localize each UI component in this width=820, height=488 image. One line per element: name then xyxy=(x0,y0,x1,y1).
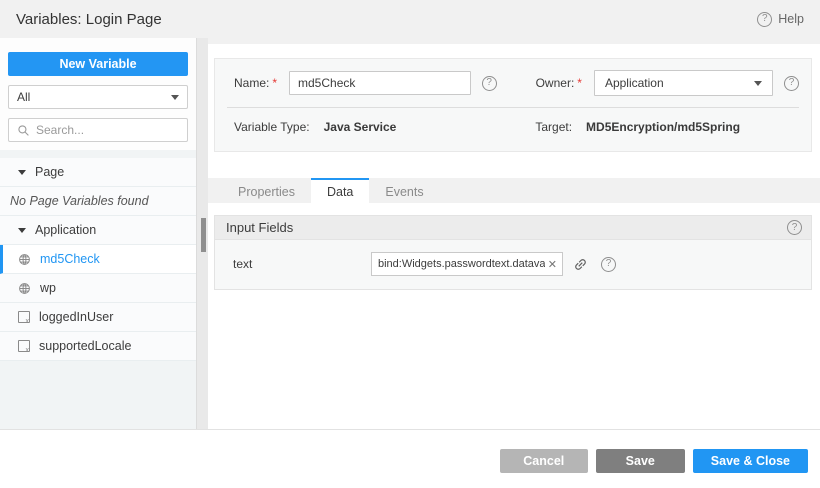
cancel-button[interactable]: Cancel xyxy=(500,449,588,473)
field-row-text: text bind:Widgets.passwordtext.datavalue… xyxy=(215,252,811,276)
required-asterisk: * xyxy=(577,76,582,90)
dialog-header: Variables: Login Page ? Help xyxy=(0,0,820,38)
page-title: Variables: Login Page xyxy=(16,11,162,28)
help-label: Help xyxy=(778,12,804,26)
variables-sidebar: New Variable All Search... Page No Page … xyxy=(0,38,196,430)
bind-link-icon[interactable] xyxy=(570,253,591,274)
new-variable-button[interactable]: New Variable xyxy=(8,52,188,76)
service-variable-icon xyxy=(18,253,31,266)
search-icon xyxy=(17,124,30,137)
static-variable-icon xyxy=(18,340,30,352)
tab-events[interactable]: Events xyxy=(369,178,439,203)
tree-group-application[interactable]: Application xyxy=(0,216,196,245)
input-fields-title: Input Fields xyxy=(226,220,293,235)
owner-label: Owner: xyxy=(536,76,575,90)
field-name: text xyxy=(233,257,371,271)
name-label: Name: xyxy=(234,76,269,90)
tree-item-label: md5Check xyxy=(40,252,100,266)
top-strip xyxy=(208,38,820,44)
tree-group-page-label: Page xyxy=(35,165,64,179)
name-help-icon[interactable]: ? xyxy=(482,76,497,91)
save-and-close-button[interactable]: Save & Close xyxy=(693,449,808,473)
owner-select[interactable]: Application xyxy=(594,70,773,96)
tree-item-wp[interactable]: wp xyxy=(0,274,196,303)
chevron-down-icon xyxy=(754,81,762,86)
input-fields-help-icon[interactable]: ? xyxy=(787,220,802,235)
help-icon: ? xyxy=(757,12,772,27)
variable-name-input[interactable] xyxy=(289,71,471,95)
scrollbar-thumb[interactable] xyxy=(201,218,206,252)
tree-item-label: wp xyxy=(40,281,56,295)
variables-tree: Page No Page Variables found Application… xyxy=(0,158,196,361)
page-empty-message: No Page Variables found xyxy=(0,187,196,216)
static-variable-icon xyxy=(18,311,30,323)
help-link[interactable]: ? Help xyxy=(757,12,804,27)
sidebar-controls: New Variable All Search... xyxy=(0,38,196,150)
service-variable-icon xyxy=(18,282,31,295)
bind-value-input[interactable]: bind:Widgets.passwordtext.datavalue ✕ xyxy=(371,252,563,276)
name-owner-row: Name: * ? Owner: * Application ? xyxy=(215,59,811,96)
tab-properties[interactable]: Properties xyxy=(222,178,311,203)
variable-type-value: Java Service xyxy=(324,120,397,134)
owner-help-icon[interactable]: ? xyxy=(784,76,799,91)
input-fields-header: Input Fields ? xyxy=(215,216,811,240)
variable-summary-card: Name: * ? Owner: * Application ? Variabl… xyxy=(214,58,812,152)
tree-group-application-label: Application xyxy=(35,223,96,237)
page-empty-text: No Page Variables found xyxy=(10,194,149,208)
target-label: Target: xyxy=(535,120,572,134)
tab-data[interactable]: Data xyxy=(311,178,369,203)
tree-item-loggedinuser[interactable]: loggedInUser xyxy=(0,303,196,332)
required-asterisk: * xyxy=(272,76,277,90)
tree-group-page[interactable]: Page xyxy=(0,158,196,187)
tree-item-md5check[interactable]: md5Check xyxy=(0,245,196,274)
bind-value-text: bind:Widgets.passwordtext.datavalue xyxy=(378,258,545,270)
input-fields-body: text bind:Widgets.passwordtext.datavalue… xyxy=(215,240,811,289)
detail-tabs: Properties Data Events xyxy=(208,178,820,203)
clear-binding-icon[interactable]: ✕ xyxy=(548,258,557,271)
save-button[interactable]: Save xyxy=(596,449,685,473)
tree-item-label: supportedLocale xyxy=(39,339,131,353)
owner-select-value: Application xyxy=(605,76,664,90)
tree-item-supportedlocale[interactable]: supportedLocale xyxy=(0,332,196,361)
target-value: MD5Encryption/md5Spring xyxy=(586,120,740,134)
tree-item-label: loggedInUser xyxy=(39,310,113,324)
input-fields-panel: Input Fields ? text bind:Widgets.passwor… xyxy=(214,215,812,290)
collapse-triangle-icon xyxy=(18,170,26,175)
field-help-icon[interactable]: ? xyxy=(601,257,616,272)
variable-type-label: Variable Type: xyxy=(234,120,310,134)
search-input[interactable]: Search... xyxy=(8,118,188,142)
variable-filter-value: All xyxy=(17,90,30,104)
collapse-triangle-icon xyxy=(18,228,26,233)
type-target-row: Variable Type: Java Service Target: MD5E… xyxy=(215,108,811,134)
dialog-footer: Cancel Save Save & Close xyxy=(0,430,820,488)
variable-filter-select[interactable]: All xyxy=(8,85,188,109)
chevron-down-icon xyxy=(171,95,179,100)
variable-detail-panel: Name: * ? Owner: * Application ? Variabl… xyxy=(208,38,820,430)
search-placeholder: Search... xyxy=(36,123,84,137)
sidebar-scrollbar[interactable] xyxy=(196,38,208,430)
